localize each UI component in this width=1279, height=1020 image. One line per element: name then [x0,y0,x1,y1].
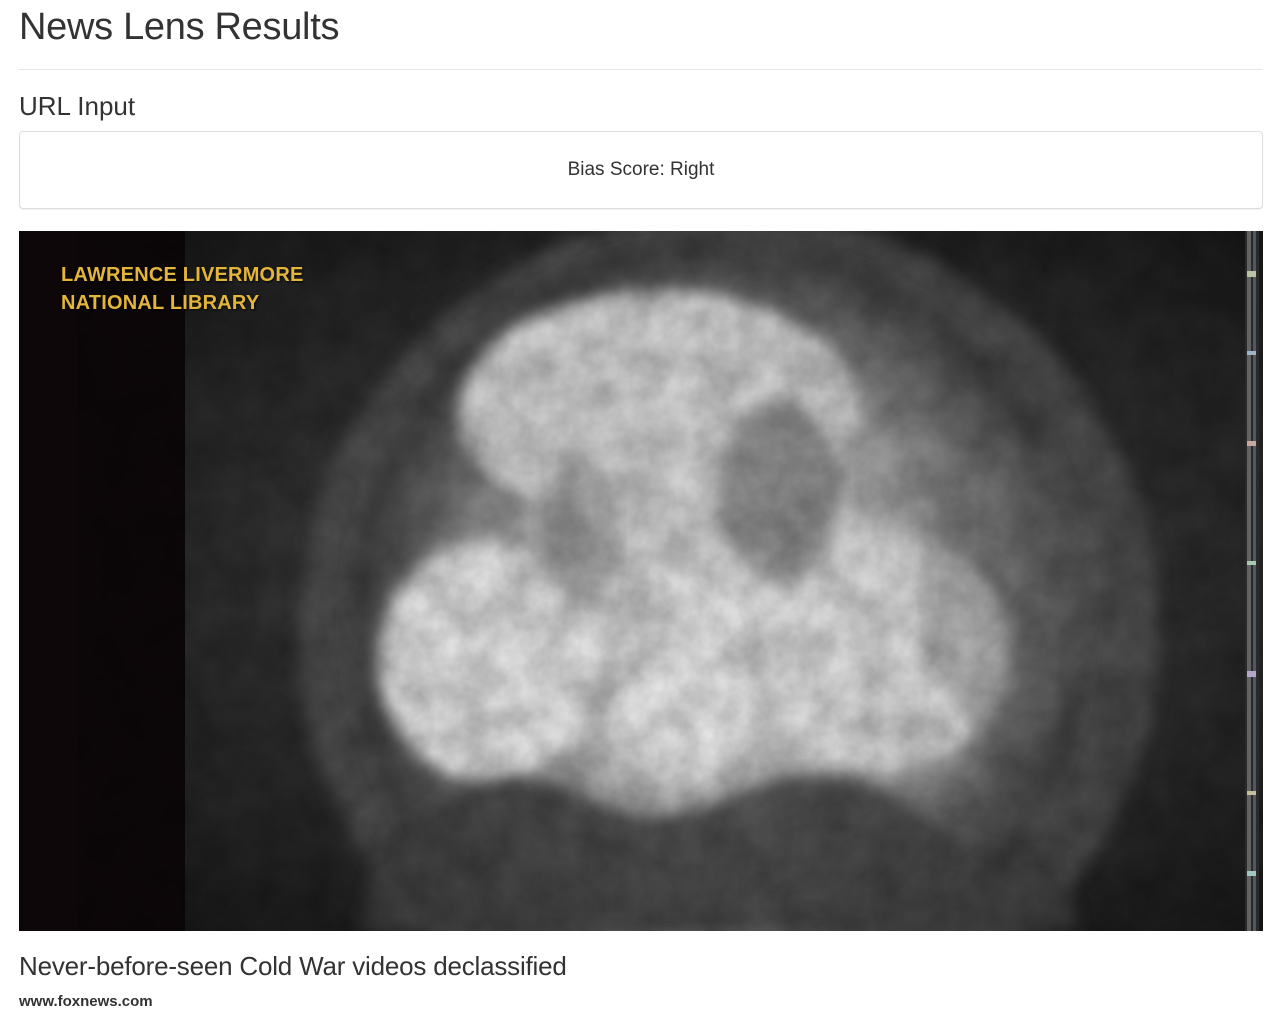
url-input-heading: URL Input [19,91,136,121]
bias-score-label: Bias Score: Right [567,159,715,180]
explosion-photo [19,231,1263,931]
watermark-line-1: LAWRENCE LIVERMORE [61,264,304,286]
bias-score-panel: Bias Score: Right [19,131,1263,209]
article-image[interactable]: LAWRENCE LIVERMORE NATIONAL LIBRARY [19,231,1263,931]
watermark-line-2: NATIONAL LIBRARY [61,292,260,314]
results-page: News Lens Results URL Input Bias Score: … [0,0,1279,1020]
image-watermark: LAWRENCE LIVERMORE NATIONAL LIBRARY [61,261,304,317]
article-title[interactable]: Never-before-seen Cold War videos declas… [19,951,567,982]
page-title: News Lens Results [19,6,340,48]
video-noise-strip [1245,231,1259,931]
article-source: www.foxnews.com [19,993,153,1010]
header-divider [19,69,1263,70]
